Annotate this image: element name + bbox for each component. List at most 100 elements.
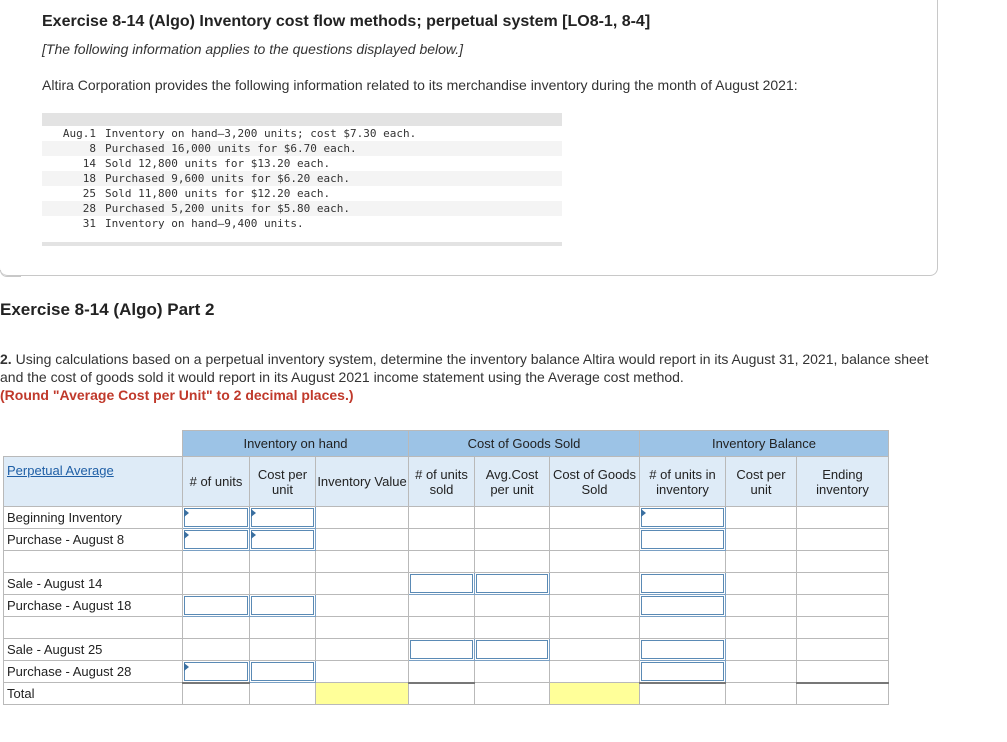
part-title: Exercise 8-14 (Algo) Part 2 [0, 300, 215, 319]
aug28-cost-input[interactable] [249, 660, 316, 683]
cell [315, 660, 409, 683]
row-label-sale-aug14: Sale - August 14 [3, 572, 183, 595]
cell [796, 506, 889, 529]
blank-corner [3, 430, 183, 457]
cell [249, 638, 316, 661]
cell [549, 506, 640, 529]
question-text: 2. Using calculations based on a perpetu… [0, 350, 930, 404]
cell [182, 550, 250, 573]
perpetual-average-link[interactable]: Perpetual Average [7, 463, 114, 478]
inventory-data-block: Aug.1 Inventory on hand—3,200 units; cost… [42, 113, 562, 246]
aug28-units-input[interactable] [182, 660, 250, 683]
cell [796, 550, 889, 573]
aug25-units-sold-input[interactable] [408, 638, 475, 661]
question-body: Using calculations based on a perpetual … [0, 351, 929, 385]
data-line: 28 Purchased 5,200 units for $5.80 each. [42, 201, 562, 216]
cell [182, 616, 250, 639]
aug25-balance-units-input[interactable] [639, 638, 726, 661]
cell [474, 616, 550, 639]
cell [549, 594, 640, 617]
cell [549, 528, 640, 551]
col-cost-of-goods-sold: Cost of Goods Sold [549, 456, 640, 507]
cell [474, 528, 550, 551]
cell [474, 594, 550, 617]
cell [796, 638, 889, 661]
col-avg-cost-per-unit: Avg.Cost per unit [474, 456, 550, 507]
cell [315, 594, 409, 617]
total-units-inventory-cell [639, 681, 726, 705]
beginning-balance-units-input[interactable] [639, 506, 726, 529]
group-cost-of-goods-sold: Cost of Goods Sold [408, 430, 640, 457]
cell [796, 572, 889, 595]
aug8-balance-units-input[interactable] [639, 528, 726, 551]
cell [315, 572, 409, 595]
cell [249, 550, 316, 573]
row-label-purchase-aug28: Purchase - August 28 [3, 660, 183, 683]
data-line: 8 Purchased 16,000 units for $6.70 each. [42, 141, 562, 156]
cell [725, 638, 797, 661]
data-line: 14 Sold 12,800 units for $13.20 each. [82, 157, 331, 170]
col-inventory-value: Inventory Value [315, 456, 409, 507]
exercise-intro: Altira Corporation provides the followin… [42, 77, 798, 93]
aug14-avg-cost-input[interactable] [474, 572, 550, 595]
aug14-balance-units-input[interactable] [639, 572, 726, 595]
cell [315, 506, 409, 529]
group-inventory-balance: Inventory Balance [639, 430, 889, 457]
cell [315, 616, 409, 639]
total-inventory-value [315, 682, 409, 705]
aug18-cost-input[interactable] [249, 594, 316, 617]
col-ending-inventory: Ending inventory [796, 456, 889, 507]
exercise-note: [The following information applies to th… [42, 41, 464, 57]
perpetual-average-header[interactable]: Perpetual Average [3, 456, 183, 507]
cell [639, 550, 726, 573]
cell [408, 550, 475, 573]
cell [408, 660, 475, 683]
cell [408, 594, 475, 617]
aug28-balance-units-input[interactable] [639, 660, 726, 683]
cell [549, 638, 640, 661]
question-number: 2. [0, 351, 12, 367]
row-spacer [3, 616, 183, 639]
total-units-cell [182, 681, 250, 705]
cell [315, 550, 409, 573]
panel-corner [0, 270, 21, 277]
cell [725, 682, 797, 705]
cell [315, 638, 409, 661]
aug18-balance-units-input[interactable] [639, 594, 726, 617]
data-line: 25 Sold 11,800 units for $12.20 each. [82, 187, 331, 200]
cell [182, 638, 250, 661]
cell [639, 616, 726, 639]
beginning-units-input[interactable] [182, 506, 250, 529]
total-units-sold-cell [408, 681, 475, 705]
cell [549, 616, 640, 639]
aug25-avg-cost-input[interactable] [474, 638, 550, 661]
cell [249, 572, 316, 595]
cell [725, 594, 797, 617]
row-label-beginning: Beginning Inventory [3, 506, 183, 529]
exercise-title: Exercise 8-14 (Algo) Inventory cost flow… [42, 13, 651, 30]
data-line: Aug.1 Inventory on hand—3,200 units; cost… [62, 127, 417, 140]
row-label-total: Total [3, 682, 183, 705]
col-units-sold: # of units sold [408, 456, 475, 507]
cell [474, 682, 550, 705]
group-inventory-on-hand: Inventory on hand [182, 430, 409, 457]
row-label-purchase-aug18: Purchase - August 18 [3, 594, 183, 617]
beginning-cost-input[interactable] [249, 506, 316, 529]
cell [796, 594, 889, 617]
aug8-units-input[interactable] [182, 528, 250, 551]
cell [249, 616, 316, 639]
row-spacer [3, 550, 183, 573]
cell [549, 550, 640, 573]
cell [549, 572, 640, 595]
cell [796, 528, 889, 551]
cell [725, 550, 797, 573]
col-balance-cost-per-unit: Cost per unit [725, 456, 797, 507]
cell [725, 572, 797, 595]
data-line: 31 Inventory on hand—9,400 units. [82, 217, 304, 230]
aug18-units-input[interactable] [182, 594, 250, 617]
col-cost-per-unit: Cost per unit [249, 456, 316, 507]
aug8-cost-input[interactable] [249, 528, 316, 551]
aug14-units-sold-input[interactable] [408, 572, 475, 595]
cell [408, 528, 475, 551]
cell [549, 660, 640, 683]
